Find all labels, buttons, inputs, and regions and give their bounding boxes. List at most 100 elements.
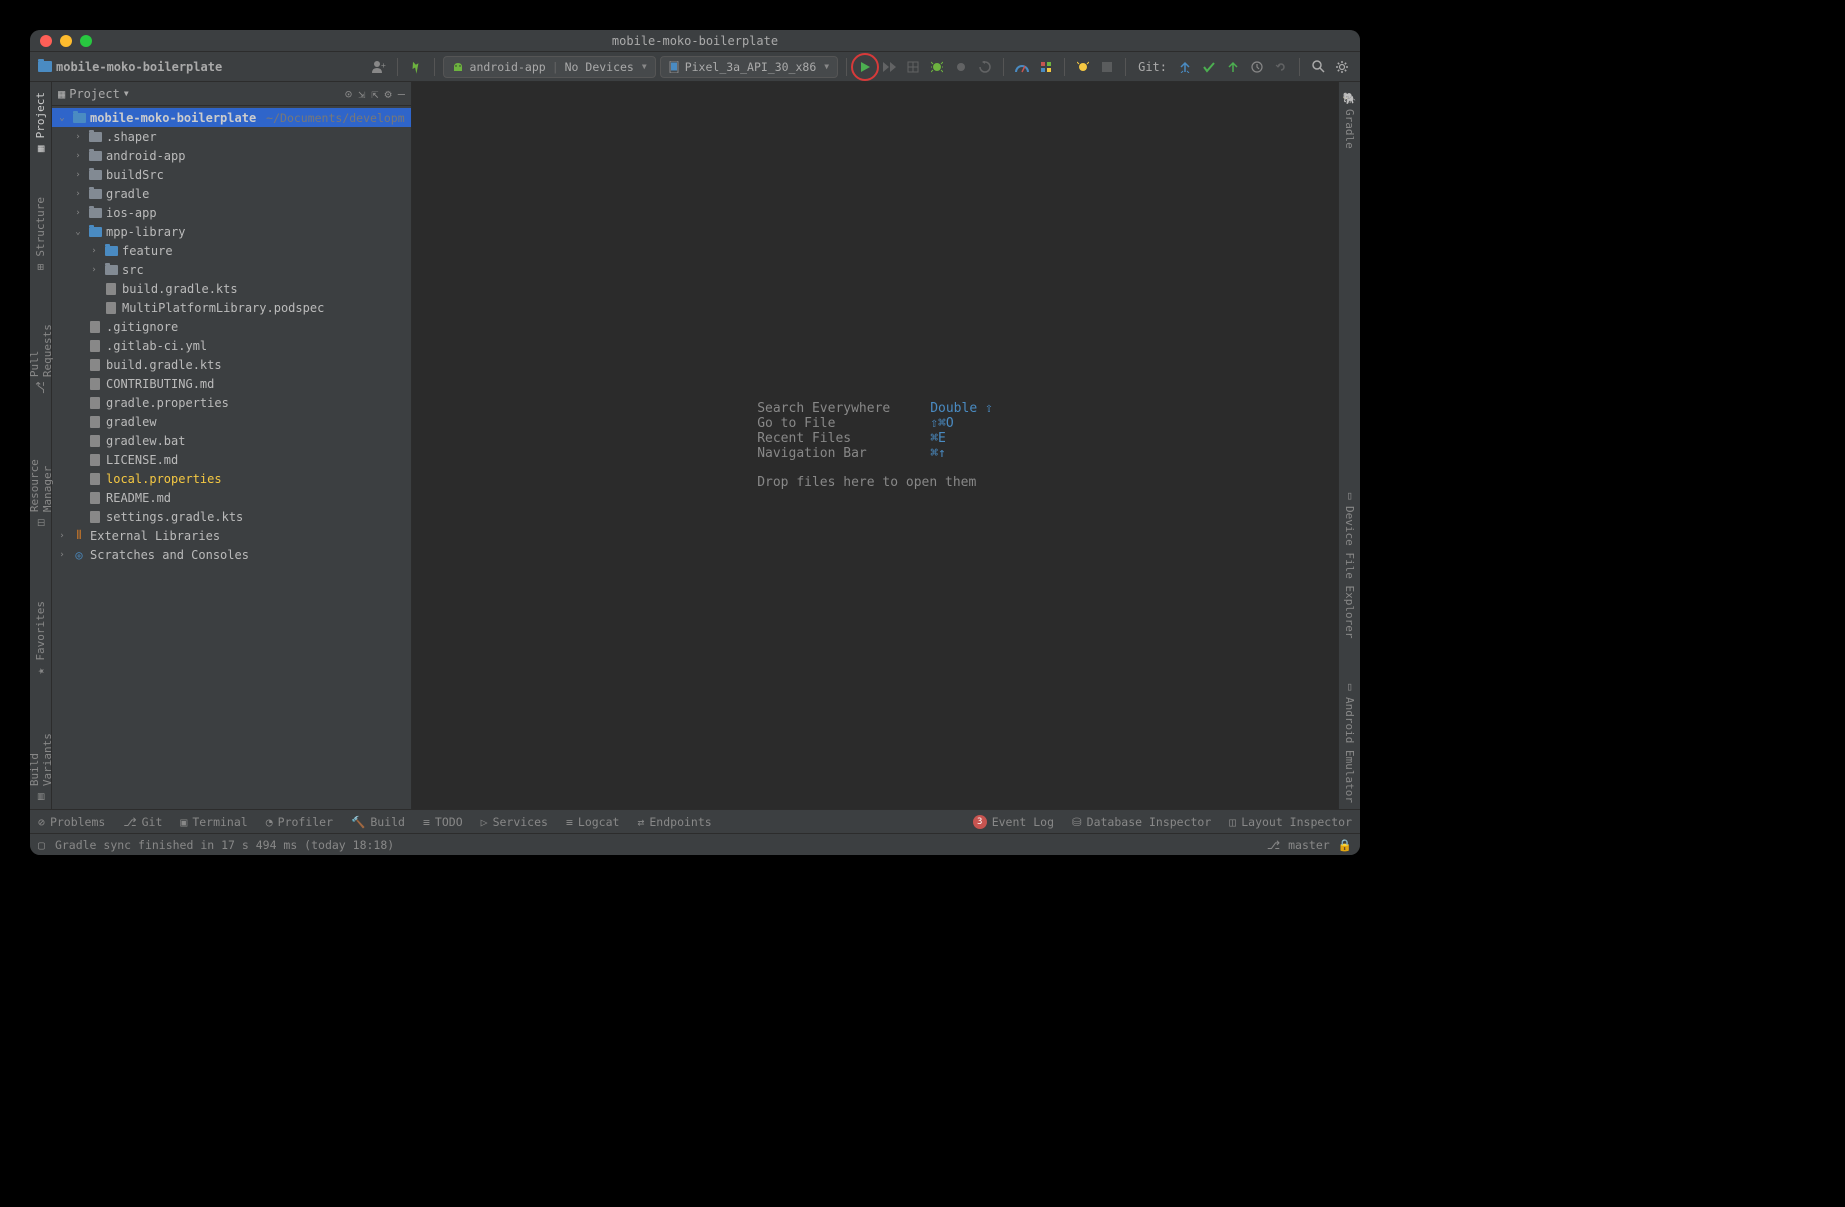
tree-external-libraries[interactable]: › ⫴ External Libraries: [52, 526, 411, 545]
editor-area[interactable]: Search EverywhereDouble ⇧Go to File⇧⌘ORe…: [412, 82, 1338, 809]
tree-row[interactable]: build.gradle.kts: [52, 279, 411, 298]
bottom-tool-event-log[interactable]: 3Event Log: [973, 815, 1054, 829]
project-tree[interactable]: ⌄ mobile-moko-boilerplate ~/Documents/de…: [52, 106, 411, 809]
tree-scratches[interactable]: › ◎ Scratches and Consoles: [52, 545, 411, 564]
gradle-icon: 🐘: [1343, 92, 1357, 105]
bottom-tool-build[interactable]: 🔨Build: [351, 815, 405, 829]
bottom-tool-git[interactable]: ⎇Git: [123, 815, 162, 829]
tree-row[interactable]: ›ios-app: [52, 203, 411, 222]
search-icon[interactable]: [1308, 57, 1328, 77]
gear-icon[interactable]: [1332, 57, 1352, 77]
tree-row[interactable]: ›android-app: [52, 146, 411, 165]
chevron-down-icon[interactable]: ⌄: [56, 113, 68, 123]
gutter-project[interactable]: ▦Project: [34, 86, 47, 161]
tree-row[interactable]: ›feature: [52, 241, 411, 260]
sync-icon[interactable]: [975, 57, 995, 77]
panel-title[interactable]: ▦ Project ▼: [58, 87, 339, 101]
gear-icon[interactable]: ⚙: [385, 87, 392, 101]
git-push-icon[interactable]: [1223, 57, 1243, 77]
chevron-right-icon[interactable]: ›: [72, 208, 84, 218]
git-icon: ⎇: [123, 815, 136, 829]
tree-item-label: .gitlab-ci.yml: [106, 339, 207, 353]
bottom-tool-logcat[interactable]: ≡Logcat: [566, 815, 619, 829]
chevron-right-icon[interactable]: ›: [88, 265, 100, 275]
device-selector[interactable]: Pixel_3a_API_30_x86 ▼: [660, 56, 838, 78]
branch-icon[interactable]: ⎇: [1267, 838, 1280, 852]
user-icon[interactable]: +: [369, 57, 389, 77]
collapse-icon[interactable]: ⇱: [371, 87, 378, 101]
status-message: Gradle sync finished in 17 s 494 ms (tod…: [55, 838, 394, 852]
tree-row[interactable]: gradlew: [52, 412, 411, 431]
chevron-right-icon[interactable]: ›: [56, 531, 68, 541]
revert-icon[interactable]: [1271, 57, 1291, 77]
gutter-favorites[interactable]: ★Favorites: [34, 595, 47, 684]
tree-item-label: local.properties: [106, 472, 222, 486]
bottom-tool-layout-inspector[interactable]: ◫Layout Inspector: [1229, 815, 1352, 829]
gutter-device-explorer[interactable]: ▯Device File Explorer: [1343, 483, 1356, 644]
debug-attach-icon[interactable]: [951, 57, 971, 77]
tree-row[interactable]: .gitlab-ci.yml: [52, 336, 411, 355]
build-icon[interactable]: [406, 57, 426, 77]
tree-row[interactable]: ›src: [52, 260, 411, 279]
tree-row[interactable]: settings.gradle.kts: [52, 507, 411, 526]
bottom-tool-endpoints[interactable]: ⇄Endpoints: [637, 815, 711, 829]
coverage-icon[interactable]: [903, 57, 923, 77]
branch-name[interactable]: master: [1288, 838, 1330, 852]
git-update-icon[interactable]: [1175, 57, 1195, 77]
chevron-right-icon[interactable]: ›: [72, 151, 84, 161]
bottom-tool-problems[interactable]: ⊘Problems: [38, 815, 105, 829]
gutter-build-variants[interactable]: ▤Build Variants: [30, 714, 54, 809]
bottom-tool-terminal[interactable]: ▣Terminal: [180, 815, 247, 829]
breadcrumb[interactable]: mobile-moko-boilerplate: [38, 60, 363, 74]
minimize-icon[interactable]: [60, 35, 72, 47]
gutter-gradle[interactable]: 🐘Gradle: [1343, 86, 1357, 155]
tree-row[interactable]: README.md: [52, 488, 411, 507]
gutter-pull-requests[interactable]: ⎇Pull Requests: [30, 310, 54, 400]
tree-row[interactable]: local.properties: [52, 469, 411, 488]
tree-row[interactable]: MultiPlatformLibrary.podspec: [52, 298, 411, 317]
locate-icon[interactable]: ⊙: [345, 87, 352, 101]
stop-icon[interactable]: [1097, 57, 1117, 77]
expand-icon[interactable]: ⇲: [358, 87, 365, 101]
tree-row[interactable]: ›buildSrc: [52, 165, 411, 184]
run-config-selector[interactable]: android-app | No Devices ▼: [443, 56, 656, 78]
chevron-down-icon[interactable]: ⌄: [72, 227, 84, 237]
tree-row[interactable]: ⌄mpp-library: [52, 222, 411, 241]
debug-next-icon[interactable]: [879, 57, 899, 77]
tree-row[interactable]: LICENSE.md: [52, 450, 411, 469]
history-icon[interactable]: [1247, 57, 1267, 77]
chevron-right-icon[interactable]: ›: [88, 246, 100, 256]
bottom-tool-profiler[interactable]: ◔Profiler: [266, 815, 333, 829]
tree-root[interactable]: ⌄ mobile-moko-boilerplate ~/Documents/de…: [52, 108, 411, 127]
problems-icon: ⊘: [38, 815, 45, 829]
debug2-icon[interactable]: [1073, 57, 1093, 77]
maximize-icon[interactable]: [80, 35, 92, 47]
app-inspect-icon[interactable]: [1036, 57, 1056, 77]
run-button[interactable]: [855, 57, 875, 77]
gutter-emulator[interactable]: ▯Android Emulator: [1343, 674, 1356, 809]
lock-icon[interactable]: 🔒: [1338, 838, 1352, 852]
tree-row[interactable]: CONTRIBUTING.md: [52, 374, 411, 393]
debug-icon[interactable]: [927, 57, 947, 77]
hide-icon[interactable]: —: [398, 87, 405, 101]
gutter-resource-manager[interactable]: ◫Resource Manager: [30, 430, 54, 535]
bottom-tool-services[interactable]: ▷Services: [481, 815, 548, 829]
tree-row[interactable]: build.gradle.kts: [52, 355, 411, 374]
chevron-right-icon[interactable]: ›: [56, 550, 68, 560]
git-commit-icon[interactable]: [1199, 57, 1219, 77]
file-icon: [106, 302, 116, 314]
tool-window-toggle-icon[interactable]: ▢: [38, 838, 45, 852]
chevron-right-icon[interactable]: ›: [72, 170, 84, 180]
chevron-right-icon[interactable]: ›: [72, 132, 84, 142]
tree-row[interactable]: ›.shaper: [52, 127, 411, 146]
profiler-icon[interactable]: [1012, 57, 1032, 77]
bottom-tool-todo[interactable]: ≡TODO: [423, 815, 463, 829]
bottom-tool-database-inspector[interactable]: ⛁Database Inspector: [1072, 815, 1211, 829]
close-icon[interactable]: [40, 35, 52, 47]
tree-row[interactable]: gradlew.bat: [52, 431, 411, 450]
chevron-right-icon[interactable]: ›: [72, 189, 84, 199]
gutter-structure[interactable]: ⊞Structure: [34, 191, 47, 280]
tree-row[interactable]: gradle.properties: [52, 393, 411, 412]
tree-row[interactable]: .gitignore: [52, 317, 411, 336]
tree-row[interactable]: ›gradle: [52, 184, 411, 203]
